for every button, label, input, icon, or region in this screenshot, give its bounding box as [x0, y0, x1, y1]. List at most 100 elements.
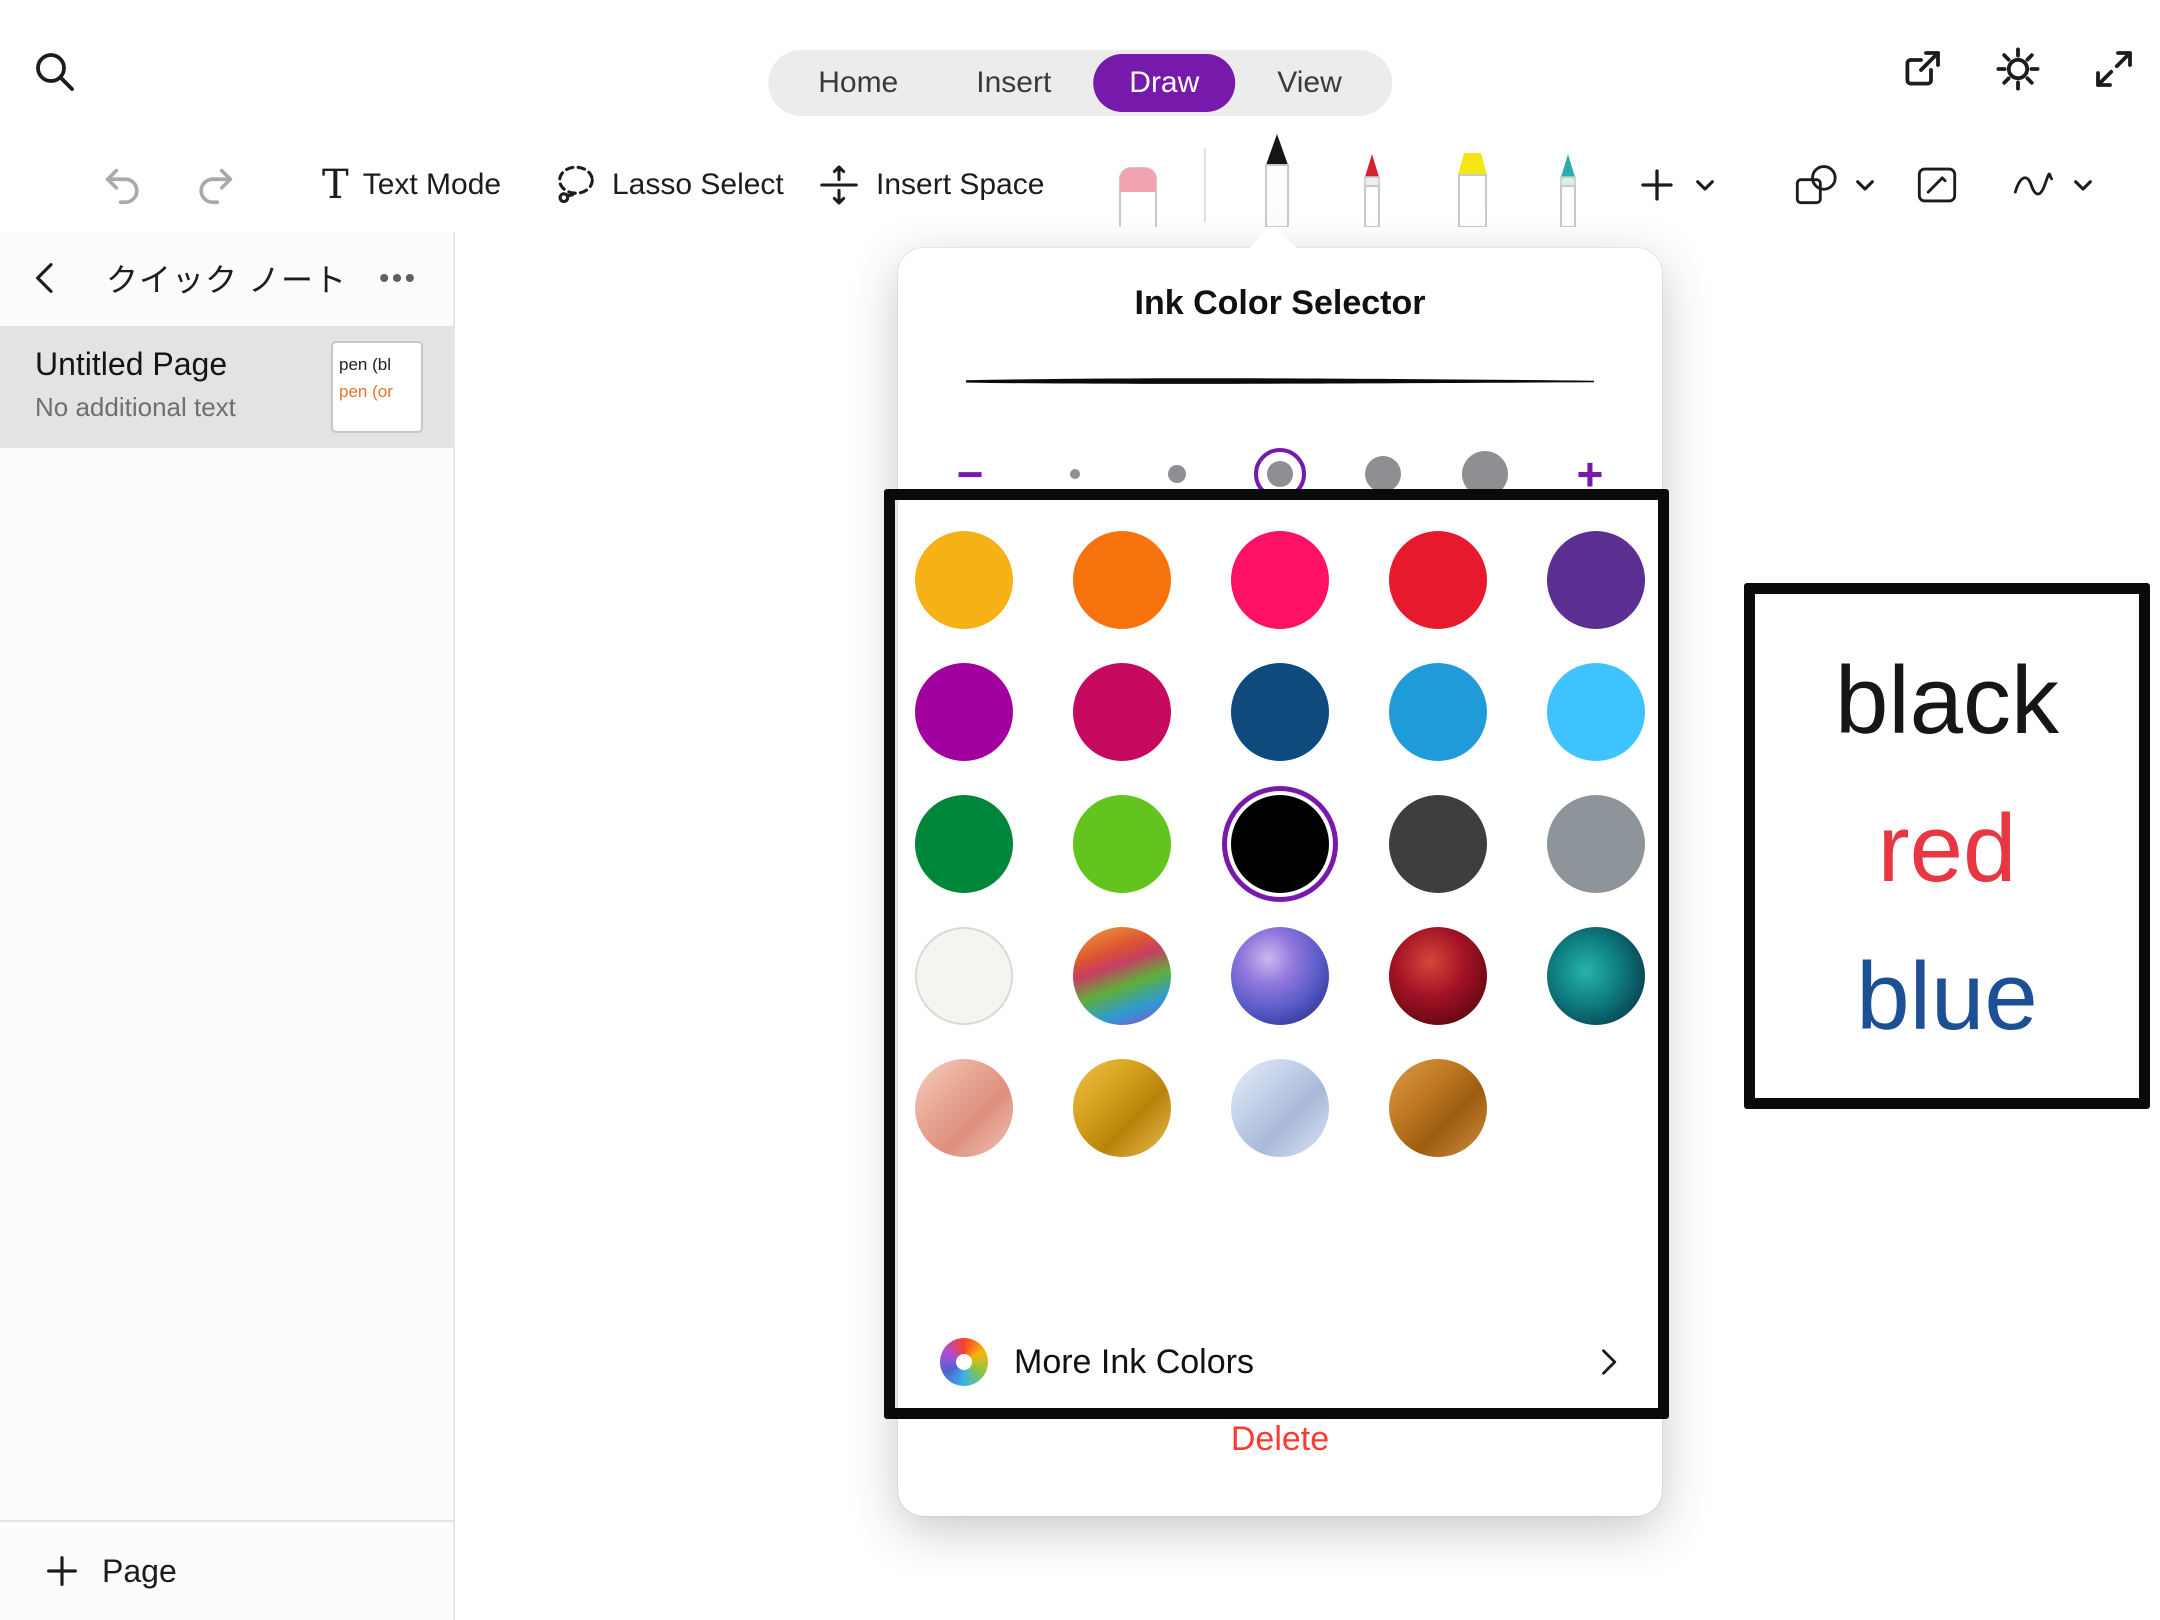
- stroke-size-2[interactable]: [1149, 442, 1205, 506]
- size-dot-icon: [1267, 461, 1293, 487]
- page-sidebar: クイック ノート Untitled Page No additional tex…: [0, 232, 455, 1620]
- settings-button[interactable]: [1994, 45, 2042, 93]
- teal-pen-icon: [1546, 149, 1590, 227]
- color-swatch-gray[interactable]: [1547, 795, 1645, 893]
- pen-black-tool[interactable]: [1249, 131, 1305, 232]
- color-swatch-black-selected[interactable]: [1231, 795, 1329, 893]
- color-swatch-silver[interactable]: [1231, 1059, 1329, 1157]
- ink-annotation-rect-words: black red blue: [1744, 583, 2150, 1109]
- page-thumbnail: pen (bl pen (or: [331, 341, 423, 433]
- insert-space-button[interactable]: Insert Space: [816, 138, 1044, 232]
- color-swatch-garnet[interactable]: [1389, 927, 1487, 1025]
- yellow-highlighter-icon: [1447, 147, 1499, 227]
- ink-color-grid: [915, 531, 1645, 1157]
- undo-button[interactable]: [100, 138, 146, 232]
- insert-space-icon: [816, 162, 862, 208]
- gear-icon: [1994, 45, 2042, 93]
- decrease-size-button[interactable]: −: [940, 451, 1000, 497]
- text-mode-button[interactable]: T Text Mode: [322, 138, 501, 232]
- redo-button[interactable]: [192, 138, 238, 232]
- color-swatch-white[interactable]: [915, 927, 1013, 1025]
- color-swatch-light-green[interactable]: [1073, 795, 1171, 893]
- color-swatch-purple[interactable]: [1547, 531, 1645, 629]
- add-pen-button[interactable]: [1636, 138, 1718, 232]
- color-swatch-bright-pink[interactable]: [1231, 531, 1329, 629]
- add-page-button[interactable]: Page: [0, 1520, 453, 1620]
- pen-red-tool[interactable]: [1350, 149, 1394, 232]
- top-bar: Home Insert Draw View: [0, 0, 2160, 138]
- more-ink-colors-button[interactable]: More Ink Colors: [940, 1326, 1626, 1398]
- sidebar-header: クイック ノート: [0, 232, 453, 324]
- search-button[interactable]: [30, 47, 78, 95]
- plus-icon: [1636, 164, 1678, 206]
- undo-icon: [100, 162, 146, 208]
- page-pen-icon: [1914, 162, 1960, 208]
- stroke-size-5[interactable]: [1457, 442, 1513, 506]
- color-swatch-rose-gold[interactable]: [915, 1059, 1013, 1157]
- color-swatch-rainbow-glitter[interactable]: [1073, 927, 1171, 1025]
- page-subtitle: No additional text: [35, 392, 236, 423]
- pen-teal-tool[interactable]: [1546, 149, 1590, 232]
- stroke-size-3-selected[interactable]: [1252, 442, 1308, 506]
- tab-home[interactable]: Home: [782, 54, 934, 112]
- color-swatch-dark-gray[interactable]: [1389, 795, 1487, 893]
- color-swatch-dark-blue[interactable]: [1231, 663, 1329, 761]
- stroke-size-4[interactable]: [1355, 442, 1411, 506]
- color-swatch-orange[interactable]: [1073, 531, 1171, 629]
- delete-pen-button[interactable]: Delete: [1231, 1420, 1329, 1459]
- ink-word-red: red: [1878, 801, 2017, 897]
- ribbon-tabs: Home Insert Draw View: [768, 50, 1392, 116]
- ink-word-blue: blue: [1856, 949, 2038, 1045]
- color-swatch-galaxy[interactable]: [1231, 927, 1329, 1025]
- stroke-size-1[interactable]: [1047, 442, 1103, 506]
- fullscreen-button[interactable]: [2090, 45, 2138, 93]
- popup-caret: [1246, 224, 1300, 278]
- tab-insert[interactable]: Insert: [940, 54, 1087, 112]
- lasso-icon: [552, 162, 598, 208]
- redo-icon: [192, 162, 238, 208]
- ink-word-black: black: [1835, 653, 2059, 749]
- onenote-app: Home Insert Draw View: [0, 0, 2160, 1620]
- ink-annotate-button[interactable]: [1914, 138, 1960, 232]
- share-button[interactable]: [1898, 45, 1946, 93]
- size-dot-icon: [1462, 451, 1508, 497]
- color-swatch-green[interactable]: [915, 795, 1013, 893]
- red-pen-icon: [1350, 149, 1394, 227]
- color-wheel-icon: [940, 1338, 988, 1386]
- selected-size-ring: [1254, 448, 1306, 500]
- shapes-icon: [1792, 162, 1838, 208]
- thumbnail-ink-line: pen (bl: [339, 351, 415, 378]
- chevron-right-icon: [1590, 1344, 1626, 1380]
- highlighter-tool[interactable]: [1447, 147, 1499, 232]
- color-swatch-gold-glitter[interactable]: [1073, 1059, 1171, 1157]
- chevron-down-icon: [2070, 172, 2096, 198]
- section-more-button[interactable]: [375, 256, 419, 300]
- ellipsis-icon: [375, 256, 419, 300]
- page-list-item[interactable]: Untitled Page No additional text pen (bl…: [0, 326, 453, 448]
- color-swatch-red[interactable]: [1389, 531, 1487, 629]
- color-swatch-bronze[interactable]: [1389, 1059, 1487, 1157]
- color-swatch-dark-teal[interactable]: [1547, 927, 1645, 1025]
- tab-draw[interactable]: Draw: [1093, 54, 1235, 112]
- chevron-down-icon: [1692, 172, 1718, 198]
- color-swatch-violet[interactable]: [915, 663, 1013, 761]
- color-swatch-blue[interactable]: [1389, 663, 1487, 761]
- stroke-size-row: − +: [940, 434, 1620, 514]
- color-swatch-gold[interactable]: [915, 531, 1013, 629]
- ink-to-shape-button[interactable]: [2010, 138, 2096, 232]
- add-page-label: Page: [102, 1553, 177, 1590]
- eraser-tool[interactable]: [1112, 163, 1164, 232]
- top-right-actions: [1898, 45, 2138, 93]
- eraser-icon: [1112, 163, 1164, 227]
- shapes-button[interactable]: [1792, 138, 1878, 232]
- size-dot-icon: [1168, 465, 1186, 483]
- color-swatch-magenta[interactable]: [1073, 663, 1171, 761]
- color-swatch-light-blue[interactable]: [1547, 663, 1645, 761]
- tab-view[interactable]: View: [1241, 54, 1377, 112]
- lasso-select-button[interactable]: Lasso Select: [552, 138, 784, 232]
- increase-size-button[interactable]: +: [1560, 451, 1620, 497]
- popup-title: Ink Color Selector: [898, 284, 1662, 323]
- delete-row: Delete: [898, 1420, 1662, 1459]
- size-dot-icon: [1365, 456, 1401, 492]
- scribble-icon: [2010, 162, 2056, 208]
